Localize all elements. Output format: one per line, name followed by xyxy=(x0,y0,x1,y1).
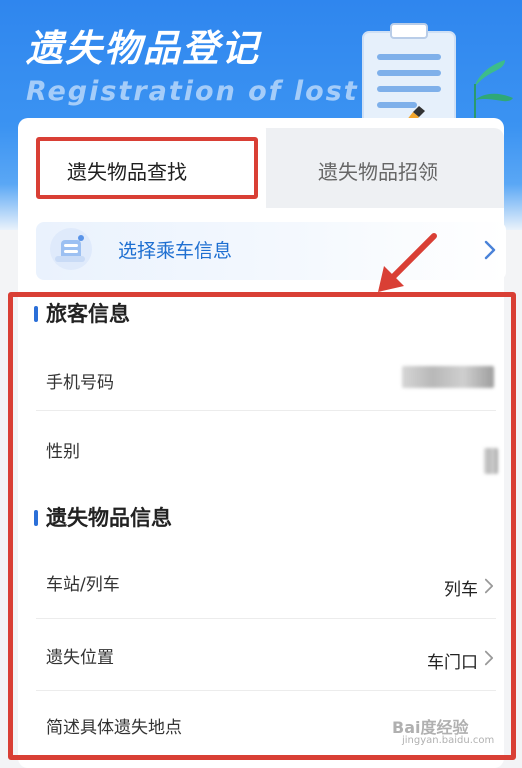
annotation-arrow-icon xyxy=(378,233,437,292)
select-trip-label[interactable]: 选择乘车信息 xyxy=(118,236,232,263)
page-title: 遗失物品登记 xyxy=(26,27,260,70)
chevron-right-icon[interactable] xyxy=(484,240,496,260)
page-subtitle: Registration of lost xyxy=(26,76,359,107)
annotation-highlight-form xyxy=(8,292,516,760)
annotation-highlight-tab xyxy=(36,137,258,199)
watermark-url: jingyan.baidu.com xyxy=(402,735,495,746)
tab-lost-claim[interactable]: 遗失物品招领 xyxy=(318,156,438,185)
ticket-icon xyxy=(50,228,92,270)
